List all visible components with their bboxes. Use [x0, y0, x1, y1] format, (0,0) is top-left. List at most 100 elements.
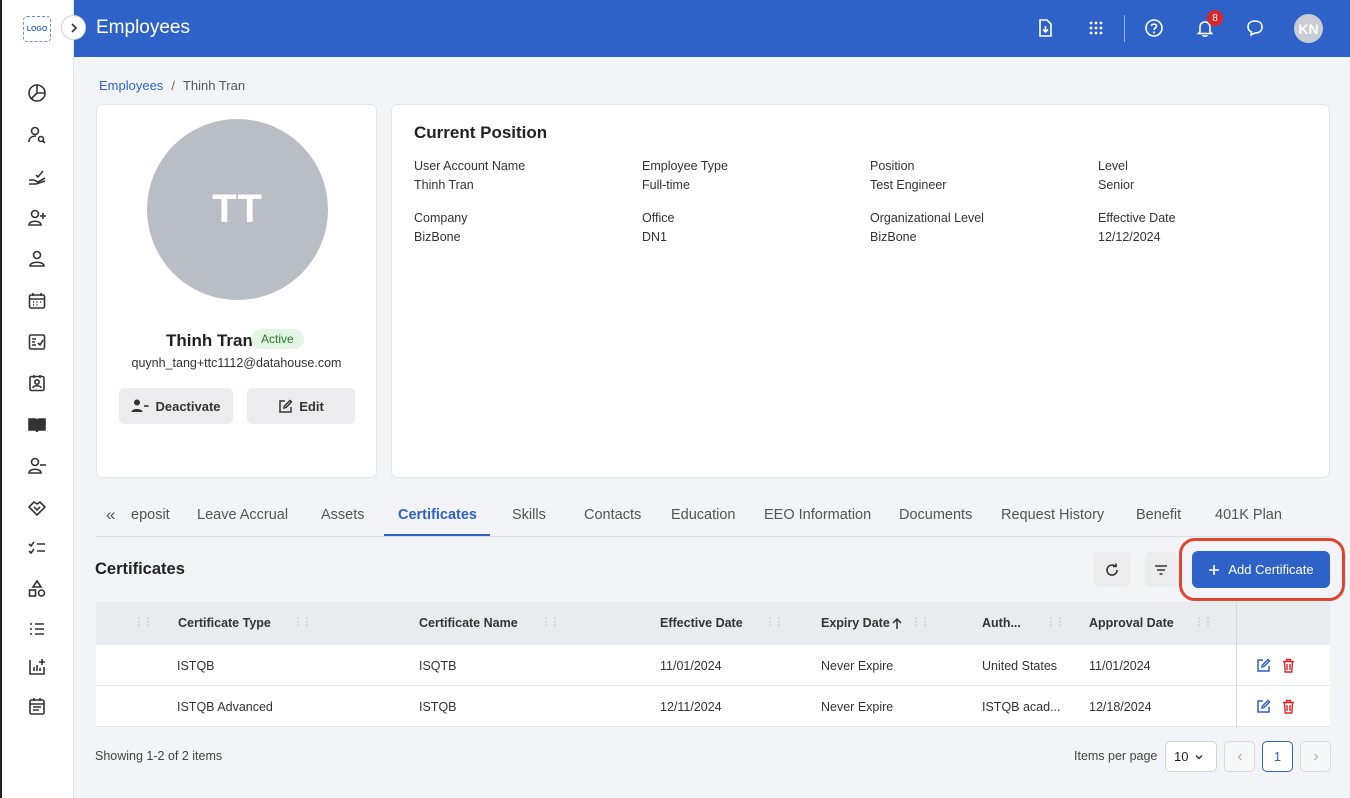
cell-effective-date: 12/11/2024	[660, 700, 722, 714]
drag-handle-icon[interactable]: ⋮⋮	[1046, 617, 1065, 628]
tab-401k-plan[interactable]: 401K Plan	[1215, 507, 1282, 523]
book-icon[interactable]	[26, 414, 48, 436]
field-label: Employee Type	[642, 159, 728, 173]
filter-button[interactable]	[1145, 552, 1177, 587]
tab-leave-accrual[interactable]: Leave Accrual	[197, 507, 288, 523]
drag-handle-icon[interactable]: ⋮⋮	[134, 617, 153, 628]
dashboard-icon[interactable]	[26, 82, 48, 104]
tab-certificates[interactable]: Certificates	[398, 507, 477, 523]
column-expiry-date[interactable]: Expiry Date	[821, 616, 890, 630]
hand-check-icon[interactable]	[26, 166, 48, 188]
field-label: Position	[870, 159, 915, 173]
page-button-current[interactable]: 1	[1262, 741, 1293, 772]
field-office: Office DN1	[642, 211, 674, 244]
report-add-icon[interactable]	[26, 656, 48, 678]
field-value: BizBone	[414, 230, 461, 244]
notification-badge: 8	[1207, 10, 1223, 26]
cell-certificate-type: ISTQB	[177, 659, 215, 673]
cell-expiry-date: Never Expire	[821, 700, 894, 714]
breadcrumb-current: Thinh Tran	[182, 78, 246, 93]
field-label: Office	[642, 211, 675, 225]
drag-handle-icon[interactable]: ⋮⋮	[765, 617, 784, 628]
tab-direct-deposit[interactable]: eposit	[131, 507, 170, 523]
delete-row-icon[interactable]	[1281, 658, 1296, 673]
items-per-page-value: 10	[1174, 749, 1189, 764]
checklist-icon[interactable]	[26, 331, 48, 353]
tab-education[interactable]: Education	[671, 507, 736, 523]
field-label: User Account Name	[414, 159, 526, 173]
field-label: Company	[414, 211, 468, 225]
drag-handle-icon[interactable]: ⋮⋮	[541, 617, 560, 628]
task-list-icon[interactable]	[26, 537, 48, 559]
tabs-scroll-left-icon[interactable]: «	[106, 505, 115, 525]
drag-handle-icon[interactable]: ⋮⋮	[1194, 617, 1213, 628]
tab-documents[interactable]: Documents	[899, 507, 972, 523]
download-file-icon[interactable]	[1034, 17, 1056, 39]
calendar-icon[interactable]	[26, 290, 48, 312]
help-icon[interactable]	[1143, 17, 1165, 39]
edit-button[interactable]: Edit	[247, 388, 355, 424]
sort-ascending-icon[interactable]	[891, 617, 903, 630]
field-value: BizBone	[870, 230, 917, 244]
field-user-account-name: User Account Name Thinh Tran	[414, 159, 525, 192]
column-authority[interactable]: Auth...	[982, 616, 1021, 630]
tab-assets[interactable]: Assets	[321, 507, 365, 523]
field-value: DN1	[642, 230, 668, 244]
table-header: ⋮⋮ Certificate Type ⋮⋮ Certificate Name …	[96, 602, 1330, 645]
filter-icon	[1155, 564, 1167, 575]
page-title: Employees	[96, 17, 190, 38]
user-remove-icon[interactable]	[26, 455, 48, 477]
current-position-title: Current Position	[414, 123, 548, 142]
actions-column-divider	[1236, 602, 1237, 728]
drag-handle-icon[interactable]: ⋮⋮	[293, 617, 312, 628]
edit-icon	[279, 398, 293, 413]
field-employee-type: Employee Type Full-time	[642, 159, 728, 192]
calendar-list-icon[interactable]	[26, 695, 48, 717]
sidebar-toggle-button[interactable]	[61, 15, 86, 40]
top-header: Employees 8 KN	[74, 0, 1350, 57]
drag-handle-icon[interactable]: ⋮⋮	[911, 617, 930, 628]
field-organizational-level: Organizational Level BizBone	[870, 211, 984, 244]
field-label: Organizational Level	[870, 211, 984, 225]
field-label: Level	[1098, 159, 1128, 173]
user-add-icon[interactable]	[26, 207, 48, 229]
edit-row-icon[interactable]	[1256, 699, 1271, 714]
user-icon[interactable]	[26, 248, 48, 270]
list-check-icon[interactable]	[26, 618, 48, 640]
table-row[interactable]: ISTQB Advanced ISTQB 12/11/2024 Never Ex…	[96, 686, 1330, 727]
breadcrumb-employees-link[interactable]: Employees	[99, 78, 163, 93]
deactivate-label: Deactivate	[155, 398, 221, 414]
items-per-page-label: Items per page	[1074, 749, 1158, 763]
breadcrumb: Employees / Thinh Tran	[99, 78, 245, 93]
prev-page-button[interactable]	[1224, 741, 1255, 772]
delete-row-icon[interactable]	[1281, 699, 1296, 714]
chat-icon[interactable]	[1244, 17, 1266, 39]
tab-benefit[interactable]: Benefit	[1136, 507, 1181, 523]
field-company: Company BizBone	[414, 211, 468, 244]
sidebar: LOGO	[0, 0, 86, 798]
tab-contacts[interactable]: Contacts	[584, 507, 641, 523]
column-certificate-type[interactable]: Certificate Type	[178, 616, 271, 630]
next-page-button[interactable]	[1300, 741, 1331, 772]
apps-grid-icon[interactable]	[1085, 17, 1107, 39]
column-approval-date[interactable]: Approval Date	[1089, 616, 1174, 630]
user-avatar[interactable]: KN	[1294, 14, 1323, 43]
deactivate-button[interactable]: Deactivate	[119, 388, 233, 424]
refresh-button[interactable]	[1094, 552, 1130, 587]
table-row[interactable]: ISTQB ISQTB 11/01/2024 Never Expire Unit…	[96, 645, 1330, 686]
tab-request-history[interactable]: Request History	[1001, 507, 1104, 523]
id-card-icon[interactable]	[26, 372, 48, 394]
column-effective-date[interactable]: Effective Date	[660, 616, 743, 630]
column-certificate-name[interactable]: Certificate Name	[419, 616, 518, 630]
cell-approval-date: 12/18/2024	[1089, 700, 1152, 714]
shapes-icon[interactable]	[26, 578, 48, 600]
breadcrumb-separator: /	[171, 78, 175, 93]
items-per-page-select[interactable]: 10	[1165, 741, 1217, 772]
app-logo[interactable]: LOGO	[23, 16, 51, 42]
edit-row-icon[interactable]	[1256, 658, 1271, 673]
user-search-icon[interactable]	[26, 124, 48, 146]
tab-skills[interactable]: Skills	[512, 507, 546, 523]
handshake-icon[interactable]	[26, 497, 48, 519]
tab-eeo-information[interactable]: EEO Information	[764, 507, 871, 523]
field-value: Test Engineer	[870, 178, 947, 192]
